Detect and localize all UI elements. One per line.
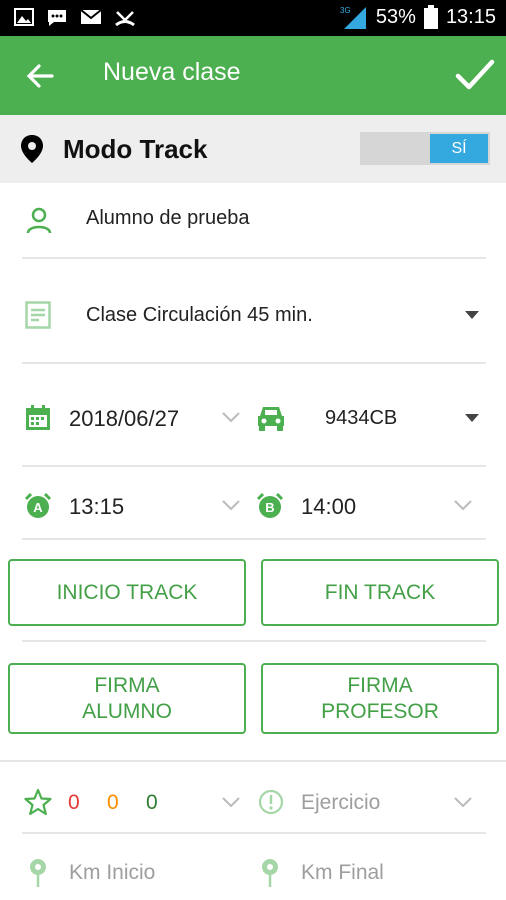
end-time-field[interactable]: 14:00 [301,494,356,520]
divider [22,832,486,834]
button-label-line: ALUMNO [82,699,172,723]
app-bar: Nueva clase [0,36,506,115]
chevron-down-icon[interactable] [222,412,240,423]
date-field[interactable]: 2018/06/27 [69,406,179,432]
sign-teacher-button[interactable]: FIRMA PROFESOR [261,663,499,734]
divider [22,362,486,364]
toggle-value: SÍ [430,134,488,163]
info-circle-icon [258,789,284,815]
start-time-field[interactable]: 13:15 [69,494,124,520]
chat-icon [48,10,66,26]
divider [22,640,486,642]
km-start-input[interactable]: Km Inicio [69,861,155,885]
class-type-select[interactable]: Clase Circulación 45 min. [86,304,313,327]
sign-student-button[interactable]: FIRMA ALUMNO [8,663,246,734]
divider [0,760,506,762]
clock: 13:15 [445,5,496,28]
svg-text:3G: 3G [340,6,351,15]
chevron-down-icon[interactable] [222,797,240,808]
calendar-icon [26,405,50,430]
image-icon [14,8,34,26]
student-field[interactable]: Alumno de prueba [86,207,249,230]
divider [22,538,486,540]
star-icon [24,788,52,816]
rating-green-count: 0 [146,791,158,814]
document-icon [25,301,51,329]
chevron-down-icon[interactable] [454,500,472,511]
end-track-button[interactable]: FIN TRACK [261,559,499,626]
battery-icon [423,5,438,29]
status-bar: 3G 53% 13:15 [0,0,506,36]
km-end-input[interactable]: Km Final [301,861,384,885]
button-label-line: FIRMA [94,673,160,697]
map-pin-icon [30,859,46,887]
exercise-select[interactable]: Ejercicio [301,791,380,815]
chevron-down-icon[interactable] [454,797,472,808]
alarm-a-icon: A [24,492,52,518]
dropdown-arrow-icon[interactable] [464,413,480,423]
check-icon[interactable] [454,54,496,96]
page-title: Nueva clase [103,58,241,86]
svg-text:B: B [265,500,274,515]
alarm-b-icon: B [256,492,284,518]
mail-icon [80,9,102,24]
person-icon [26,207,52,234]
chevron-down-icon[interactable] [222,500,240,511]
signal-icon: 3G [340,6,366,29]
button-label-line: FIRMA [347,673,413,697]
divider [22,257,486,259]
map-pin-icon [262,859,278,887]
svg-text:A: A [33,500,43,515]
rating-red-count: 0 [68,791,80,814]
track-mode-label: Modo Track [63,134,208,164]
missed-call-icon [115,11,135,27]
rating-orange-count: 0 [107,791,119,814]
dropdown-arrow-icon[interactable] [464,310,480,320]
arrow-left-icon[interactable] [24,60,56,92]
button-label-line: PROFESOR [321,699,439,723]
track-mode-toggle[interactable]: SÍ [360,132,490,165]
battery-percent: 53% [375,5,416,28]
location-pin-icon [21,135,43,163]
divider [22,465,486,467]
start-track-button[interactable]: INICIO TRACK [8,559,246,626]
vehicle-select[interactable]: 9434CB [325,407,397,430]
car-icon [258,407,284,431]
